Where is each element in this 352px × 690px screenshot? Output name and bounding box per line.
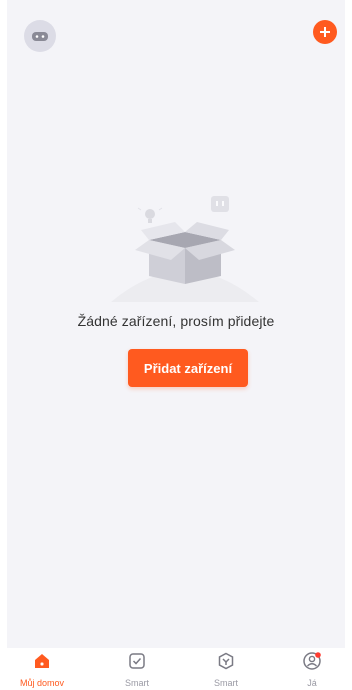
- empty-state-message: Žádné zařízení, prosím přidejte: [77, 313, 275, 329]
- hexagon-check-icon: [215, 650, 237, 672]
- app-screen: Žádné zařízení, prosím přidejte Přidat z…: [7, 0, 345, 648]
- plus-icon: [320, 27, 330, 37]
- tab-smart-label: Smart: [124, 678, 149, 688]
- avatar[interactable]: [24, 20, 56, 52]
- tab-home-label: Můj domov: [19, 678, 64, 688]
- checkbox-icon: [126, 650, 148, 672]
- tab-home[interactable]: Můj domov: [2, 650, 82, 690]
- bottom-tab-bar: Můj domov Smart Smart Já: [0, 648, 352, 690]
- robot-avatar-icon: [32, 32, 48, 41]
- home-icon: [31, 650, 53, 672]
- tab-smart-automation[interactable]: Smart: [186, 650, 266, 690]
- tab-smart-label-2: Smart: [213, 678, 238, 688]
- profile-icon: [301, 650, 323, 672]
- add-device-button[interactable]: [313, 20, 337, 44]
- tab-smart-scenes[interactable]: Smart: [97, 650, 177, 690]
- tab-profile-label: Já: [307, 678, 317, 688]
- add-device-primary-button[interactable]: Přidat zařízení: [128, 349, 248, 387]
- tab-profile[interactable]: Já: [272, 650, 352, 690]
- empty-box-illustration: [111, 196, 259, 302]
